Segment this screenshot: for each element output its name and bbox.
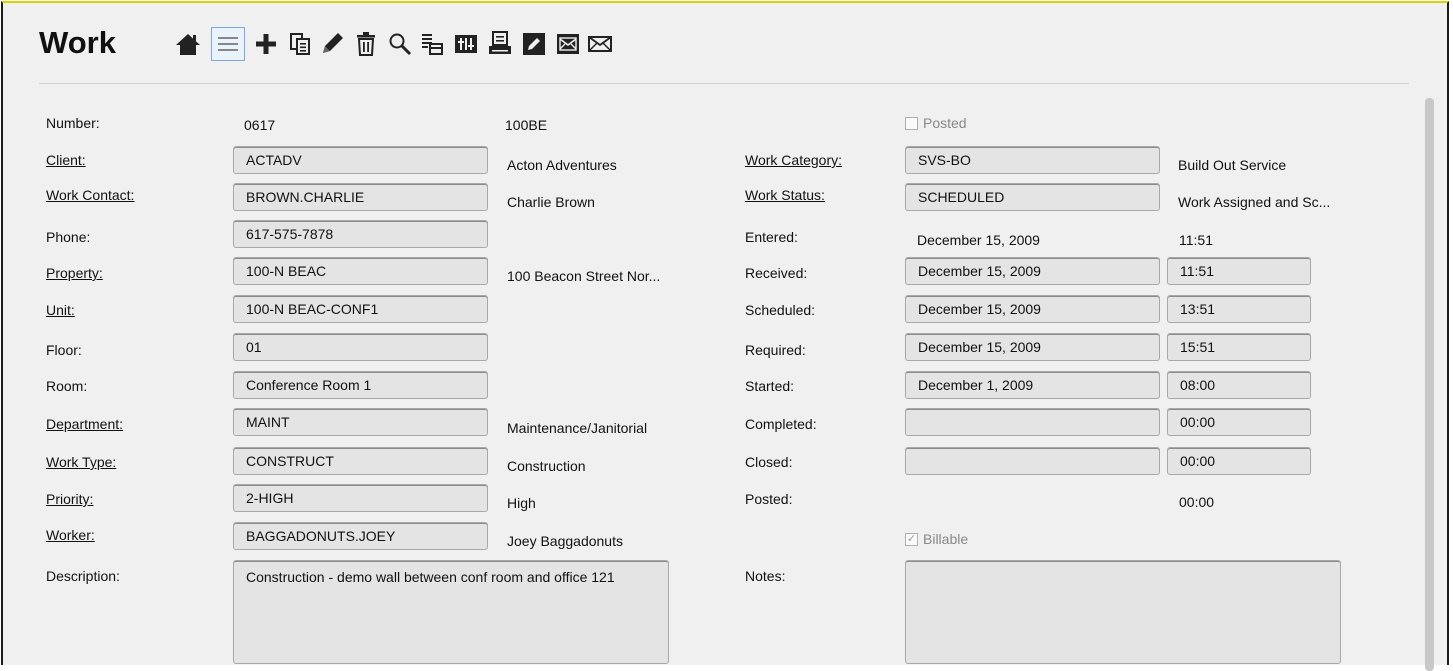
label-completed: Completed: bbox=[745, 416, 817, 432]
label-received: Received: bbox=[745, 265, 808, 281]
label-closed: Closed: bbox=[745, 454, 793, 470]
property-description: 100 Beacon Street Nor... bbox=[507, 268, 661, 284]
property-field[interactable]: 100-N BEAC bbox=[233, 257, 488, 285]
label-work-type[interactable]: Work Type: bbox=[46, 454, 116, 470]
label-work-contact[interactable]: Work Contact: bbox=[46, 187, 134, 203]
unit-field[interactable]: 100-N BEAC-CONF1 bbox=[233, 295, 488, 323]
label-room: Room: bbox=[46, 378, 88, 394]
posted-checkbox-label: Posted bbox=[923, 115, 967, 131]
note-icon[interactable] bbox=[517, 27, 551, 61]
print-icon[interactable] bbox=[483, 27, 517, 61]
billable-checkbox[interactable]: ✓ Billable bbox=[905, 531, 968, 547]
vertical-scrollbar[interactable] bbox=[1425, 98, 1434, 671]
work-window: Work Number: Client: Work Contact: Phone… bbox=[1, 1, 1449, 671]
label-scheduled: Scheduled: bbox=[745, 302, 816, 318]
work-contact-description: Charlie Brown bbox=[507, 194, 595, 210]
billable-checkbox-box[interactable]: ✓ bbox=[905, 532, 918, 546]
required-date-field[interactable]: December 15, 2009 bbox=[905, 333, 1160, 361]
received-time-field[interactable]: 11:51 bbox=[1167, 257, 1311, 285]
worker-description: Joey Baggadonuts bbox=[507, 533, 623, 549]
room-field[interactable]: Conference Room 1 bbox=[233, 371, 488, 399]
edit-icon[interactable] bbox=[315, 27, 349, 61]
closed-date-field[interactable] bbox=[905, 447, 1160, 475]
scheduled-time-field[interactable]: 13:51 bbox=[1167, 295, 1311, 323]
label-worker[interactable]: Worker: bbox=[46, 527, 95, 543]
closed-time-field[interactable]: 00:00 bbox=[1167, 447, 1311, 475]
billable-checkbox-label: Billable bbox=[923, 531, 969, 547]
label-property[interactable]: Property: bbox=[46, 265, 103, 281]
description-field[interactable]: Construction - demo wall between conf ro… bbox=[233, 560, 669, 664]
label-description: Description: bbox=[46, 568, 120, 584]
work-type-field[interactable]: CONSTRUCT bbox=[233, 447, 488, 475]
client-field[interactable]: ACTADV bbox=[233, 146, 488, 174]
label-priority[interactable]: Priority: bbox=[46, 491, 93, 507]
started-date-field[interactable]: December 1, 2009 bbox=[905, 371, 1160, 399]
received-date-field[interactable]: December 15, 2009 bbox=[905, 257, 1160, 285]
label-posted: Posted: bbox=[745, 491, 793, 507]
posted-checkbox[interactable]: Posted bbox=[905, 115, 967, 131]
header-divider bbox=[39, 83, 1409, 84]
columns-icon[interactable] bbox=[449, 27, 483, 61]
label-entered: Entered: bbox=[745, 229, 798, 245]
delete-icon[interactable] bbox=[349, 27, 383, 61]
started-time-field[interactable]: 08:00 bbox=[1167, 371, 1311, 399]
label-floor: Floor: bbox=[46, 342, 82, 358]
label-notes: Notes: bbox=[745, 568, 786, 584]
completed-time-field[interactable]: 00:00 bbox=[1167, 408, 1311, 436]
label-department[interactable]: Department: bbox=[46, 416, 123, 432]
completed-date-field[interactable] bbox=[905, 408, 1160, 436]
department-description: Maintenance/Janitorial bbox=[507, 420, 648, 436]
required-time-field[interactable]: 15:51 bbox=[1167, 333, 1311, 361]
work-contact-field[interactable]: BROWN.CHARLIE bbox=[233, 183, 488, 211]
work-type-description: Construction bbox=[507, 458, 586, 474]
notes-field[interactable] bbox=[905, 560, 1341, 664]
label-work-category[interactable]: Work Category: bbox=[745, 152, 842, 168]
search-icon[interactable] bbox=[383, 27, 417, 61]
entered-date: December 15, 2009 bbox=[917, 232, 1040, 248]
email-icon[interactable] bbox=[583, 27, 617, 61]
label-required: Required: bbox=[745, 342, 806, 358]
tree-icon[interactable] bbox=[415, 27, 449, 61]
priority-field[interactable]: 2-HIGH bbox=[233, 484, 488, 512]
client-description: Acton Adventures bbox=[507, 157, 617, 173]
posted-time: 00:00 bbox=[1179, 494, 1215, 510]
phone-field[interactable]: 617-575-7878 bbox=[233, 220, 488, 248]
worker-field[interactable]: BAGGADONUTS.JOEY bbox=[233, 522, 488, 550]
work-category-description: Build Out Service bbox=[1178, 157, 1287, 173]
label-phone: Phone: bbox=[46, 229, 91, 245]
number-value: 0617 bbox=[244, 117, 276, 133]
add-icon[interactable] bbox=[249, 27, 283, 61]
floor-field[interactable]: 01 bbox=[233, 333, 488, 361]
label-number: Number: bbox=[46, 115, 100, 131]
list-icon[interactable] bbox=[211, 27, 245, 61]
entered-time: 11:51 bbox=[1179, 232, 1213, 248]
number-suffix-value: 100BE bbox=[505, 117, 548, 133]
work-status-description: Work Assigned and Sc... bbox=[1178, 194, 1331, 210]
copy-icon[interactable] bbox=[283, 27, 317, 61]
work-status-field[interactable]: SCHEDULED bbox=[905, 183, 1160, 211]
label-unit[interactable]: Unit: bbox=[46, 302, 75, 318]
posted-checkbox-box[interactable] bbox=[905, 116, 918, 130]
scheduled-date-field[interactable]: December 15, 2009 bbox=[905, 295, 1160, 323]
page-title: Work bbox=[39, 25, 116, 60]
label-client[interactable]: Client: bbox=[46, 152, 86, 168]
home-icon[interactable] bbox=[171, 27, 205, 61]
label-started: Started: bbox=[745, 378, 795, 394]
priority-description: High bbox=[507, 495, 536, 511]
label-work-status[interactable]: Work Status: bbox=[745, 187, 825, 203]
department-field[interactable]: MAINT bbox=[233, 408, 488, 436]
email-open-icon[interactable] bbox=[551, 27, 585, 61]
work-category-field[interactable]: SVS-BO bbox=[905, 146, 1160, 174]
